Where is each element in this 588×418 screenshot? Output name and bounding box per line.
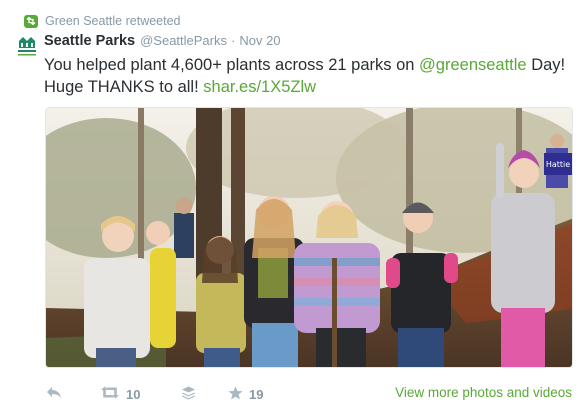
tweet-text-line-1: You helped plant 4,600+ plants across 21… bbox=[44, 56, 566, 74]
avatar[interactable] bbox=[16, 36, 38, 58]
tweet-text: You helped plant 4,600+ plants across 21… bbox=[44, 54, 574, 98]
retweet-count: 10 bbox=[126, 386, 141, 402]
favorite-count: 19 bbox=[249, 386, 264, 402]
buffer-button[interactable] bbox=[181, 384, 196, 404]
mention-link[interactable]: @greenseattle bbox=[419, 56, 527, 74]
tweet-date[interactable]: Nov 20 bbox=[239, 33, 280, 48]
tweet-photo[interactable]: Hattie bbox=[45, 107, 573, 368]
retweet-icon bbox=[100, 386, 120, 402]
reply-button[interactable] bbox=[46, 384, 62, 404]
tweet-actions: 10 19 View more photos and videos bbox=[44, 384, 574, 404]
reply-icon bbox=[46, 386, 62, 402]
tweet-header: Seattle Parks @SeattleParks · Nov 20 bbox=[44, 33, 281, 51]
seattle-parks-logo bbox=[16, 36, 38, 58]
author-name[interactable]: Seattle Parks bbox=[44, 33, 135, 49]
tweet-text-line-2: Huge THANKS to all! shar.es/1X5Zlw bbox=[44, 78, 317, 96]
favorite-button[interactable]: 19 bbox=[228, 384, 263, 404]
retweet-icon bbox=[24, 14, 38, 28]
star-icon bbox=[228, 386, 243, 403]
photo-sign-text: Hattie bbox=[546, 160, 570, 169]
stack-icon bbox=[181, 386, 196, 403]
url-link[interactable]: shar.es/1X5Zlw bbox=[203, 78, 316, 96]
retweeted-by-label[interactable]: Green Seattle retweeted bbox=[45, 14, 181, 28]
volunteers-photo: Hattie bbox=[46, 108, 572, 367]
retweet-button[interactable]: 10 bbox=[100, 384, 140, 404]
retweet-context[interactable]: Green Seattle retweeted bbox=[24, 13, 181, 29]
author-handle[interactable]: @SeattleParks bbox=[140, 33, 227, 48]
view-more-photos-link[interactable]: View more photos and videos bbox=[395, 385, 572, 400]
separator: · bbox=[231, 33, 236, 48]
